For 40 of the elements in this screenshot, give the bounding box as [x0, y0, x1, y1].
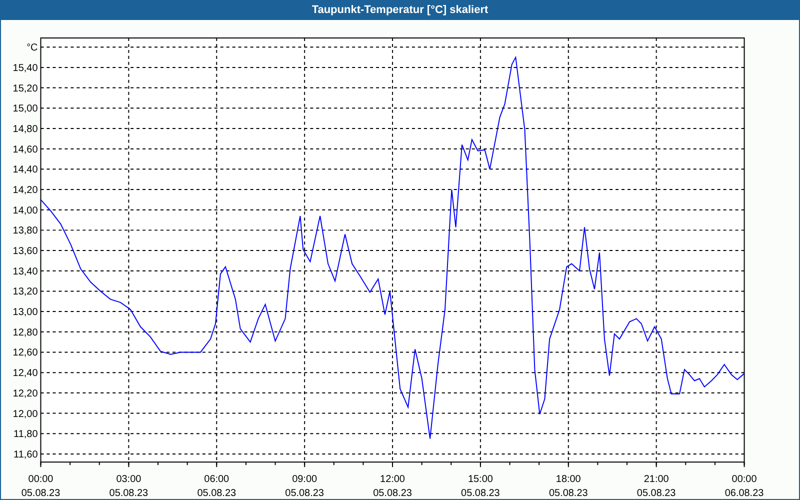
x-axis-date-label: 05.08.23	[461, 488, 500, 499]
y-axis-unit: °C	[26, 42, 38, 54]
y-axis-label: 11,60	[14, 449, 38, 460]
x-axis-date-label: 05.08.23	[197, 488, 236, 499]
y-axis-label: 14,20	[12, 185, 38, 196]
x-axis-date-label: 06.08.23	[724, 488, 764, 499]
x-axis-time-label: 00:00	[732, 474, 757, 486]
x-axis-date-label: 05.08.23	[109, 488, 148, 499]
y-axis-label: 12,20	[12, 388, 38, 400]
x-axis-date-label: 05.08.23	[373, 488, 412, 499]
y-axis-label: 15,20	[12, 83, 38, 94]
x-axis-time-label: 06:00	[204, 474, 230, 486]
x-axis-time-label: 03:00	[116, 474, 142, 486]
y-axis-label: 13,60	[12, 246, 38, 258]
y-axis-label: 14,40	[12, 164, 38, 176]
x-axis-time-label: 00:00	[28, 474, 54, 486]
y-axis-label: 14,00	[12, 205, 38, 216]
x-axis-date-label: 05.08.23	[21, 488, 60, 499]
y-axis-label: 13,40	[12, 266, 38, 278]
y-axis-label: 13,20	[12, 286, 38, 298]
x-axis-time-label: 18:00	[556, 474, 581, 486]
x-axis-time-label: 21:00	[644, 474, 669, 486]
y-axis-label: 12,40	[12, 368, 38, 380]
y-axis-label: 12,00	[12, 408, 38, 420]
y-axis-label: 13,80	[12, 226, 38, 237]
x-axis-time-label: 09:00	[292, 474, 318, 486]
window-title: Taupunkt-Temperatur [°C] skaliert	[1, 0, 799, 20]
y-axis-label: 12,60	[12, 348, 38, 359]
x-axis-date-label: 05.08.23	[285, 488, 324, 499]
y-axis-label: 12,80	[12, 327, 38, 338]
x-axis-date-label: 05.08.23	[636, 488, 676, 499]
y-axis-label: 15,00	[12, 104, 38, 115]
x-axis-time-label: 12:00	[380, 474, 405, 486]
x-axis-date-label: 05.08.23	[549, 488, 588, 499]
y-axis-label: 14,80	[12, 124, 38, 135]
y-axis-label: 15,40	[12, 62, 38, 74]
x-axis-time-label: 15:00	[468, 474, 493, 486]
y-axis-label: 13,00	[12, 307, 38, 318]
y-axis-label: 11,80	[14, 429, 38, 440]
y-axis-label: 14,60	[12, 144, 38, 156]
